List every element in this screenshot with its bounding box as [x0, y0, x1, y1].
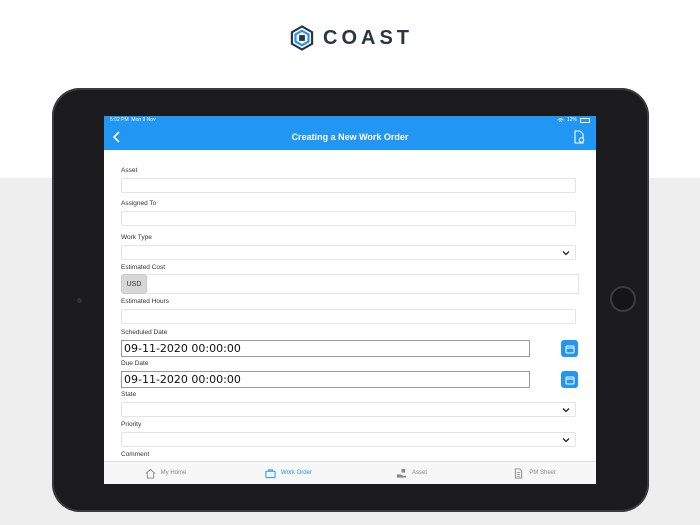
- calendar-icon: [565, 376, 574, 384]
- nav-bar: Creating a New Work Order: [104, 124, 596, 150]
- status-bar: 5:02 PM Mon 9 Nov 12%: [104, 116, 596, 124]
- tab-asset[interactable]: Asset: [350, 462, 473, 484]
- battery-percent: 12%: [566, 117, 577, 123]
- comment-label: Comment: [121, 451, 150, 458]
- priority-label: Priority: [121, 421, 142, 428]
- due-date-input[interactable]: 09-11-2020 00:00:00: [121, 371, 530, 388]
- coast-logo-icon: [290, 25, 314, 51]
- chevron-down-icon: [562, 408, 570, 413]
- status-right: 12%: [557, 117, 590, 123]
- app-screen: 5:02 PM Mon 9 Nov 12% Creating a New Wor…: [104, 116, 596, 484]
- status-time-date: 5:02 PM Mon 9 Nov: [110, 117, 156, 123]
- currency-badge: USD: [121, 274, 147, 294]
- estimated-cost-label: Estimated Cost: [121, 264, 166, 271]
- priority-select[interactable]: [121, 432, 576, 447]
- chevron-down-icon: [562, 251, 570, 256]
- status-time: 5:02 PM: [110, 117, 129, 123]
- marketing-stage: COAST 5:02 PM Mon 9 Nov 12% Creating a N…: [0, 0, 700, 525]
- bottom-tab-bar: My Home Work Order Asset PM Sheet: [104, 461, 596, 484]
- state-select[interactable]: [121, 402, 576, 417]
- tab-label: PM Sheet: [529, 470, 556, 476]
- wifi-icon: [557, 117, 564, 122]
- briefcase-icon: [265, 468, 276, 478]
- brand-name: COAST: [323, 26, 413, 49]
- brand-logo: COAST: [289, 20, 413, 56]
- home-icon: [145, 468, 156, 479]
- sheet-icon: [515, 467, 523, 479]
- asset-hand-icon: [396, 468, 407, 478]
- estimated-cost-input[interactable]: [147, 274, 579, 294]
- assigned-to-label: Assigned To: [121, 200, 157, 207]
- work-type-label: Work Type: [121, 234, 152, 241]
- tab-pm-sheet[interactable]: PM Sheet: [473, 462, 596, 484]
- work-type-select[interactable]: [121, 245, 576, 260]
- tab-work-order[interactable]: Work Order: [227, 462, 350, 484]
- estimated-hours-input[interactable]: [121, 309, 576, 324]
- tab-my-home[interactable]: My Home: [104, 462, 227, 484]
- status-date: Mon 9 Nov: [131, 117, 156, 123]
- tab-label: Work Order: [281, 470, 312, 476]
- state-label: State: [121, 391, 137, 398]
- due-date-calendar-button[interactable]: [561, 371, 578, 388]
- page-title: Creating a New Work Order: [291, 132, 409, 142]
- chevron-down-icon: [562, 438, 570, 443]
- asset-label: Asset: [121, 167, 138, 174]
- asset-input[interactable]: [121, 178, 576, 193]
- tab-label: My Home: [160, 470, 187, 476]
- document-settings-icon[interactable]: [572, 130, 586, 144]
- tablet-home-button[interactable]: [610, 286, 636, 312]
- due-date-label: Due Date: [121, 360, 149, 367]
- tab-label: Asset: [411, 470, 427, 476]
- chevron-left-icon[interactable]: [110, 130, 124, 144]
- scheduled-date-label: Scheduled Date: [121, 329, 168, 336]
- estimated-hours-label: Estimated Hours: [121, 298, 170, 305]
- scheduled-date-input[interactable]: 09-11-2020 00:00:00: [121, 340, 530, 357]
- tablet-camera: [77, 298, 82, 303]
- assigned-to-input[interactable]: [121, 211, 576, 226]
- battery-icon: [580, 117, 590, 123]
- work-order-form: Asset Assigned To Work Type Estimated Co…: [104, 150, 596, 461]
- calendar-icon: [565, 345, 574, 353]
- scheduled-date-calendar-button[interactable]: [561, 340, 578, 357]
